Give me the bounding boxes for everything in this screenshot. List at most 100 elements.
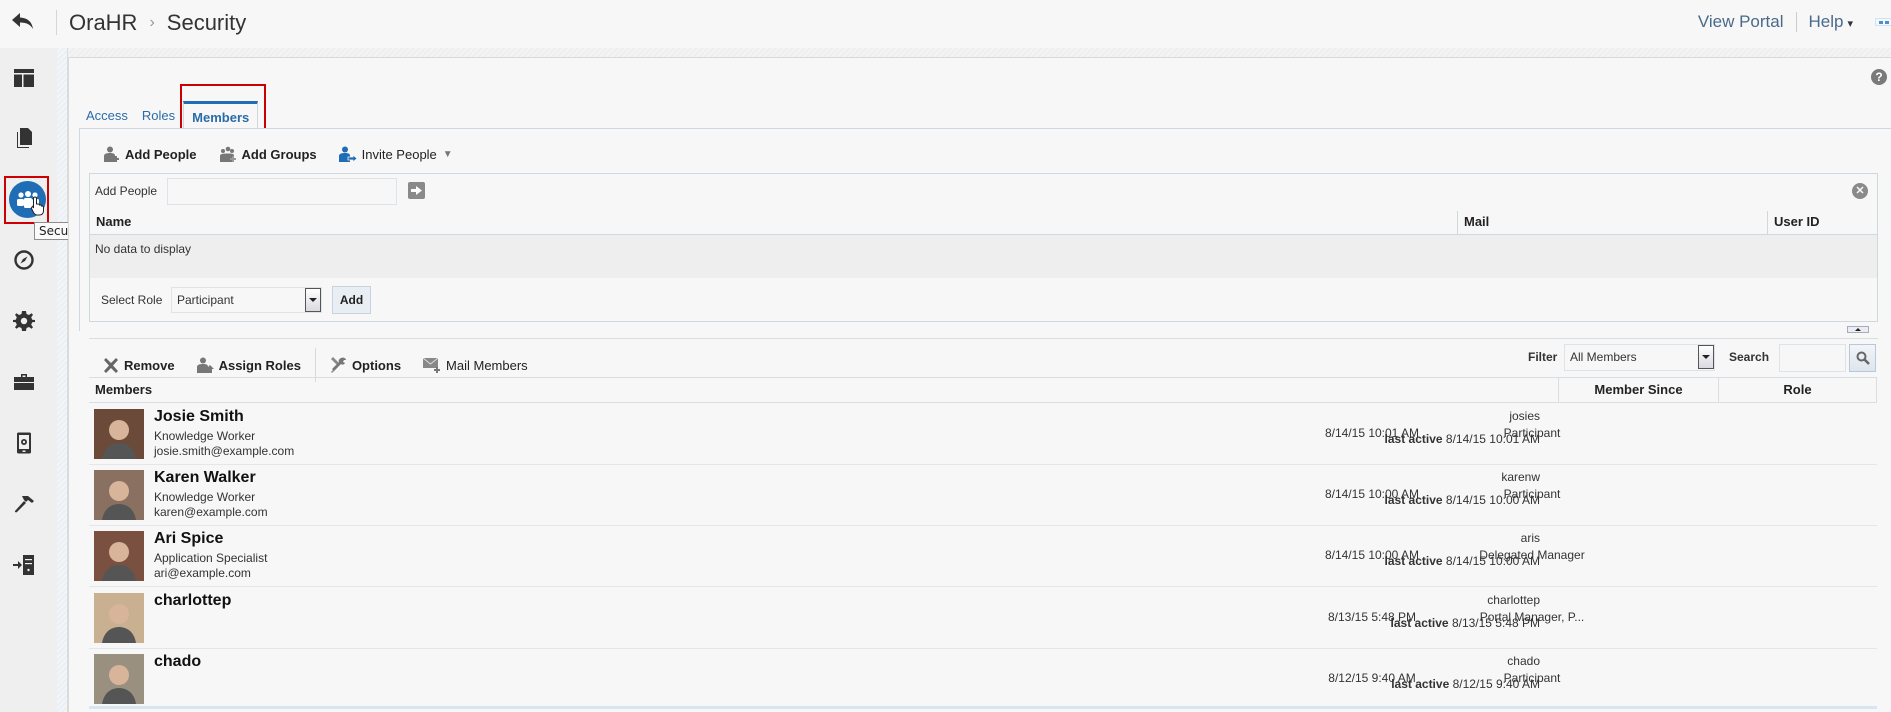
compass-icon bbox=[14, 250, 34, 270]
member-since: 8/13/15 5:48 PM bbox=[1327, 609, 1417, 624]
search-button[interactable] bbox=[1849, 344, 1876, 372]
member-name[interactable]: Josie Smith bbox=[154, 408, 244, 426]
member-row[interactable]: Karen Walker Knowledge Worker karen@exam… bbox=[89, 465, 1877, 527]
member-row[interactable]: chado chado last active 8/12/15 9:40 AM … bbox=[89, 649, 1877, 710]
select-role-value: Participant bbox=[177, 293, 234, 307]
back-button[interactable] bbox=[10, 10, 38, 36]
invite-person-icon bbox=[338, 146, 357, 162]
hammer-icon bbox=[14, 496, 34, 513]
tab-members[interactable]: Members bbox=[183, 101, 259, 130]
member-name[interactable]: Ari Spice bbox=[154, 530, 223, 548]
member-email: ari@example.com bbox=[154, 566, 251, 581]
breadcrumb-app-link[interactable]: OraHR bbox=[69, 10, 137, 36]
view-portal-link[interactable]: View Portal bbox=[1698, 12, 1784, 32]
sidebar-item-settings[interactable] bbox=[6, 303, 42, 339]
device-settings-icon bbox=[17, 432, 31, 454]
select-role-label: Select Role bbox=[101, 293, 163, 307]
add-groups-button[interactable]: Add Groups bbox=[219, 146, 317, 162]
invite-people-label: Invite People bbox=[361, 146, 437, 162]
column-header-spacer bbox=[1739, 211, 1767, 235]
chevron-down-icon: ▼ bbox=[442, 148, 453, 160]
add-toolbar: Add People Add Groups Invite People ▼ bbox=[103, 146, 475, 162]
arrow-right-icon bbox=[411, 186, 422, 195]
column-header-name[interactable]: Name bbox=[90, 211, 1457, 235]
options-button[interactable]: Options bbox=[330, 357, 401, 373]
help-menu[interactable]: Help ▾ bbox=[1809, 12, 1854, 32]
dropdown-arrow-icon[interactable] bbox=[305, 288, 321, 312]
divider bbox=[1795, 12, 1797, 32]
add-people-field-label: Add People bbox=[95, 184, 158, 198]
divider bbox=[89, 338, 1878, 339]
remove-button[interactable]: Remove bbox=[103, 357, 175, 373]
filter-dropdown[interactable]: All Members bbox=[1564, 344, 1715, 371]
tab-roles[interactable]: Roles bbox=[142, 102, 175, 129]
close-icon[interactable]: ✕ bbox=[1852, 183, 1868, 199]
sidebar-item-pages[interactable] bbox=[6, 60, 42, 96]
sidebar-splitter[interactable] bbox=[57, 48, 68, 712]
member-name[interactable]: Karen Walker bbox=[154, 469, 256, 487]
top-right-links: View Portal Help ▾ bbox=[1698, 12, 1891, 32]
remove-label: Remove bbox=[124, 357, 175, 373]
tab-access[interactable]: Access bbox=[86, 102, 128, 129]
search-label: Search bbox=[1729, 350, 1770, 364]
member-row[interactable]: Josie Smith Knowledge Worker josie.smith… bbox=[89, 404, 1877, 465]
member-name[interactable]: chado bbox=[154, 653, 201, 671]
mail-icon bbox=[423, 357, 441, 373]
search-input[interactable] bbox=[1779, 344, 1846, 372]
sidebar-item-build[interactable] bbox=[6, 486, 42, 522]
member-name[interactable]: charlottep bbox=[154, 592, 231, 610]
sidebar-item-assets[interactable] bbox=[6, 120, 42, 156]
collapse-button[interactable] bbox=[1847, 326, 1869, 333]
member-role: Delegated Manager bbox=[1479, 548, 1585, 563]
sidebar-item-tools[interactable] bbox=[6, 364, 42, 400]
avatar[interactable] bbox=[94, 470, 144, 521]
member-email: josie.smith@example.com bbox=[154, 444, 295, 458]
layout-icon bbox=[14, 69, 34, 87]
member-user-id: karenw bbox=[1501, 470, 1540, 485]
invite-people-button[interactable]: Invite People ▼ bbox=[338, 146, 453, 162]
column-header-user-id[interactable]: User ID bbox=[1767, 211, 1877, 235]
member-since: 8/14/15 10:00 AM bbox=[1324, 548, 1420, 563]
column-header-member-since[interactable]: Member Since bbox=[1558, 377, 1718, 403]
search-icon bbox=[1856, 351, 1870, 365]
dropdown-arrow-icon[interactable] bbox=[1698, 345, 1714, 369]
avatar[interactable] bbox=[94, 592, 144, 643]
column-header-mail[interactable]: Mail bbox=[1457, 211, 1739, 235]
column-header-members[interactable]: Members bbox=[89, 377, 1558, 403]
sidebar-item-import[interactable] bbox=[6, 547, 42, 583]
assign-roles-label: Assign Roles bbox=[218, 357, 301, 373]
sidebar-item-navigation[interactable] bbox=[6, 242, 42, 278]
sidebar-item-devices[interactable] bbox=[6, 425, 42, 461]
member-user-id: charlottep bbox=[1487, 592, 1540, 607]
help-icon[interactable]: ? bbox=[1871, 69, 1887, 85]
more-menu-icon[interactable] bbox=[1875, 18, 1891, 26]
scroll-edge bbox=[89, 706, 1877, 709]
assign-roles-button[interactable]: Assign Roles bbox=[196, 357, 301, 373]
column-header-role[interactable]: Role bbox=[1718, 377, 1877, 403]
avatar[interactable] bbox=[94, 653, 144, 704]
member-row[interactable]: Ari Spice Application Specialist ari@exa… bbox=[89, 526, 1877, 588]
avatar[interactable] bbox=[94, 531, 144, 582]
select-role-dropdown[interactable]: Participant bbox=[171, 287, 322, 313]
person-photo-icon bbox=[94, 592, 144, 643]
add-button[interactable]: Add bbox=[332, 286, 371, 314]
member-role: Portal Manager, P... bbox=[1479, 609, 1585, 624]
member-role: Participant bbox=[1503, 426, 1561, 440]
member-since: 8/14/15 10:00 AM bbox=[1324, 487, 1420, 502]
member-role: Participant bbox=[1503, 670, 1561, 685]
person-photo-icon bbox=[94, 409, 144, 459]
mail-members-button[interactable]: Mail Members bbox=[423, 357, 528, 373]
go-button[interactable] bbox=[408, 182, 425, 199]
add-people-input[interactable] bbox=[167, 178, 397, 205]
tools-icon bbox=[330, 357, 346, 373]
toolbox-icon bbox=[14, 374, 34, 390]
add-groups-label: Add Groups bbox=[241, 146, 317, 162]
person-photo-icon bbox=[94, 531, 144, 582]
add-people-label: Add People bbox=[125, 146, 197, 162]
person-photo-icon bbox=[94, 470, 144, 521]
add-people-button[interactable]: Add People bbox=[103, 146, 197, 162]
avatar[interactable] bbox=[94, 409, 144, 459]
member-row[interactable]: charlottep charlottep last active 8/13/1… bbox=[89, 588, 1877, 649]
add-person-icon bbox=[104, 146, 119, 162]
member-since: 8/12/15 9:40 AM bbox=[1328, 670, 1416, 685]
